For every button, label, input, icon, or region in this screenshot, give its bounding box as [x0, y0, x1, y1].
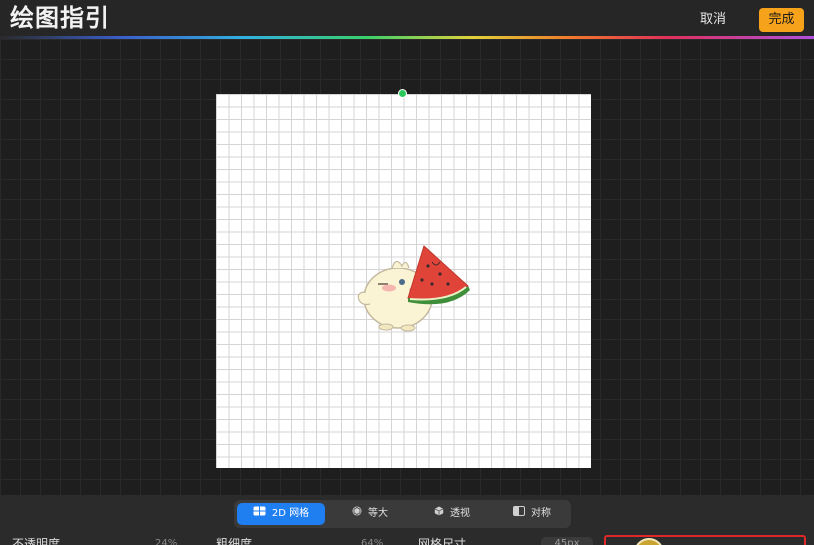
thickness-label: 粗细度 [216, 537, 253, 545]
mode-label: 等大 [368, 508, 388, 519]
mode-isometric[interactable]: 等大 [330, 503, 410, 525]
chick-watermelon-sticker [357, 245, 470, 332]
mode-label: 对称 [531, 508, 551, 519]
mode-label: 透视 [450, 508, 470, 519]
thickness-value: 64% [361, 538, 384, 545]
mode-symmetry[interactable]: 对称 [494, 503, 570, 525]
guide-color-panel[interactable] [604, 535, 806, 545]
header-bar: 绘图指引 取消 完成 [0, 0, 814, 37]
mode-2d-grid[interactable]: 2D 网格 [237, 503, 325, 525]
grid-size-input[interactable]: 45px [541, 537, 593, 545]
perspective-cube-icon [434, 503, 444, 525]
isometric-cube-icon [352, 503, 362, 525]
grid-2d-icon [252, 503, 266, 525]
symmetry-icon [513, 503, 525, 525]
opacity-label: 不透明度 [12, 537, 61, 545]
mode-perspective[interactable]: 透视 [412, 503, 492, 525]
drawing-guide-screen: 绘图指引 取消 完成 2D 网格 等大 透视 对称 不透明度 24% 粗细度 6… [0, 0, 814, 545]
opacity-value: 24% [155, 538, 178, 545]
done-button[interactable]: 完成 [759, 8, 804, 32]
cancel-button[interactable]: 取消 [700, 11, 726, 29]
rotation-handle[interactable] [398, 89, 407, 98]
mode-label: 2D 网格 [271, 508, 310, 519]
grid-size-label: 网格尺寸 [418, 537, 467, 545]
page-title: 绘图指引 [10, 4, 110, 32]
